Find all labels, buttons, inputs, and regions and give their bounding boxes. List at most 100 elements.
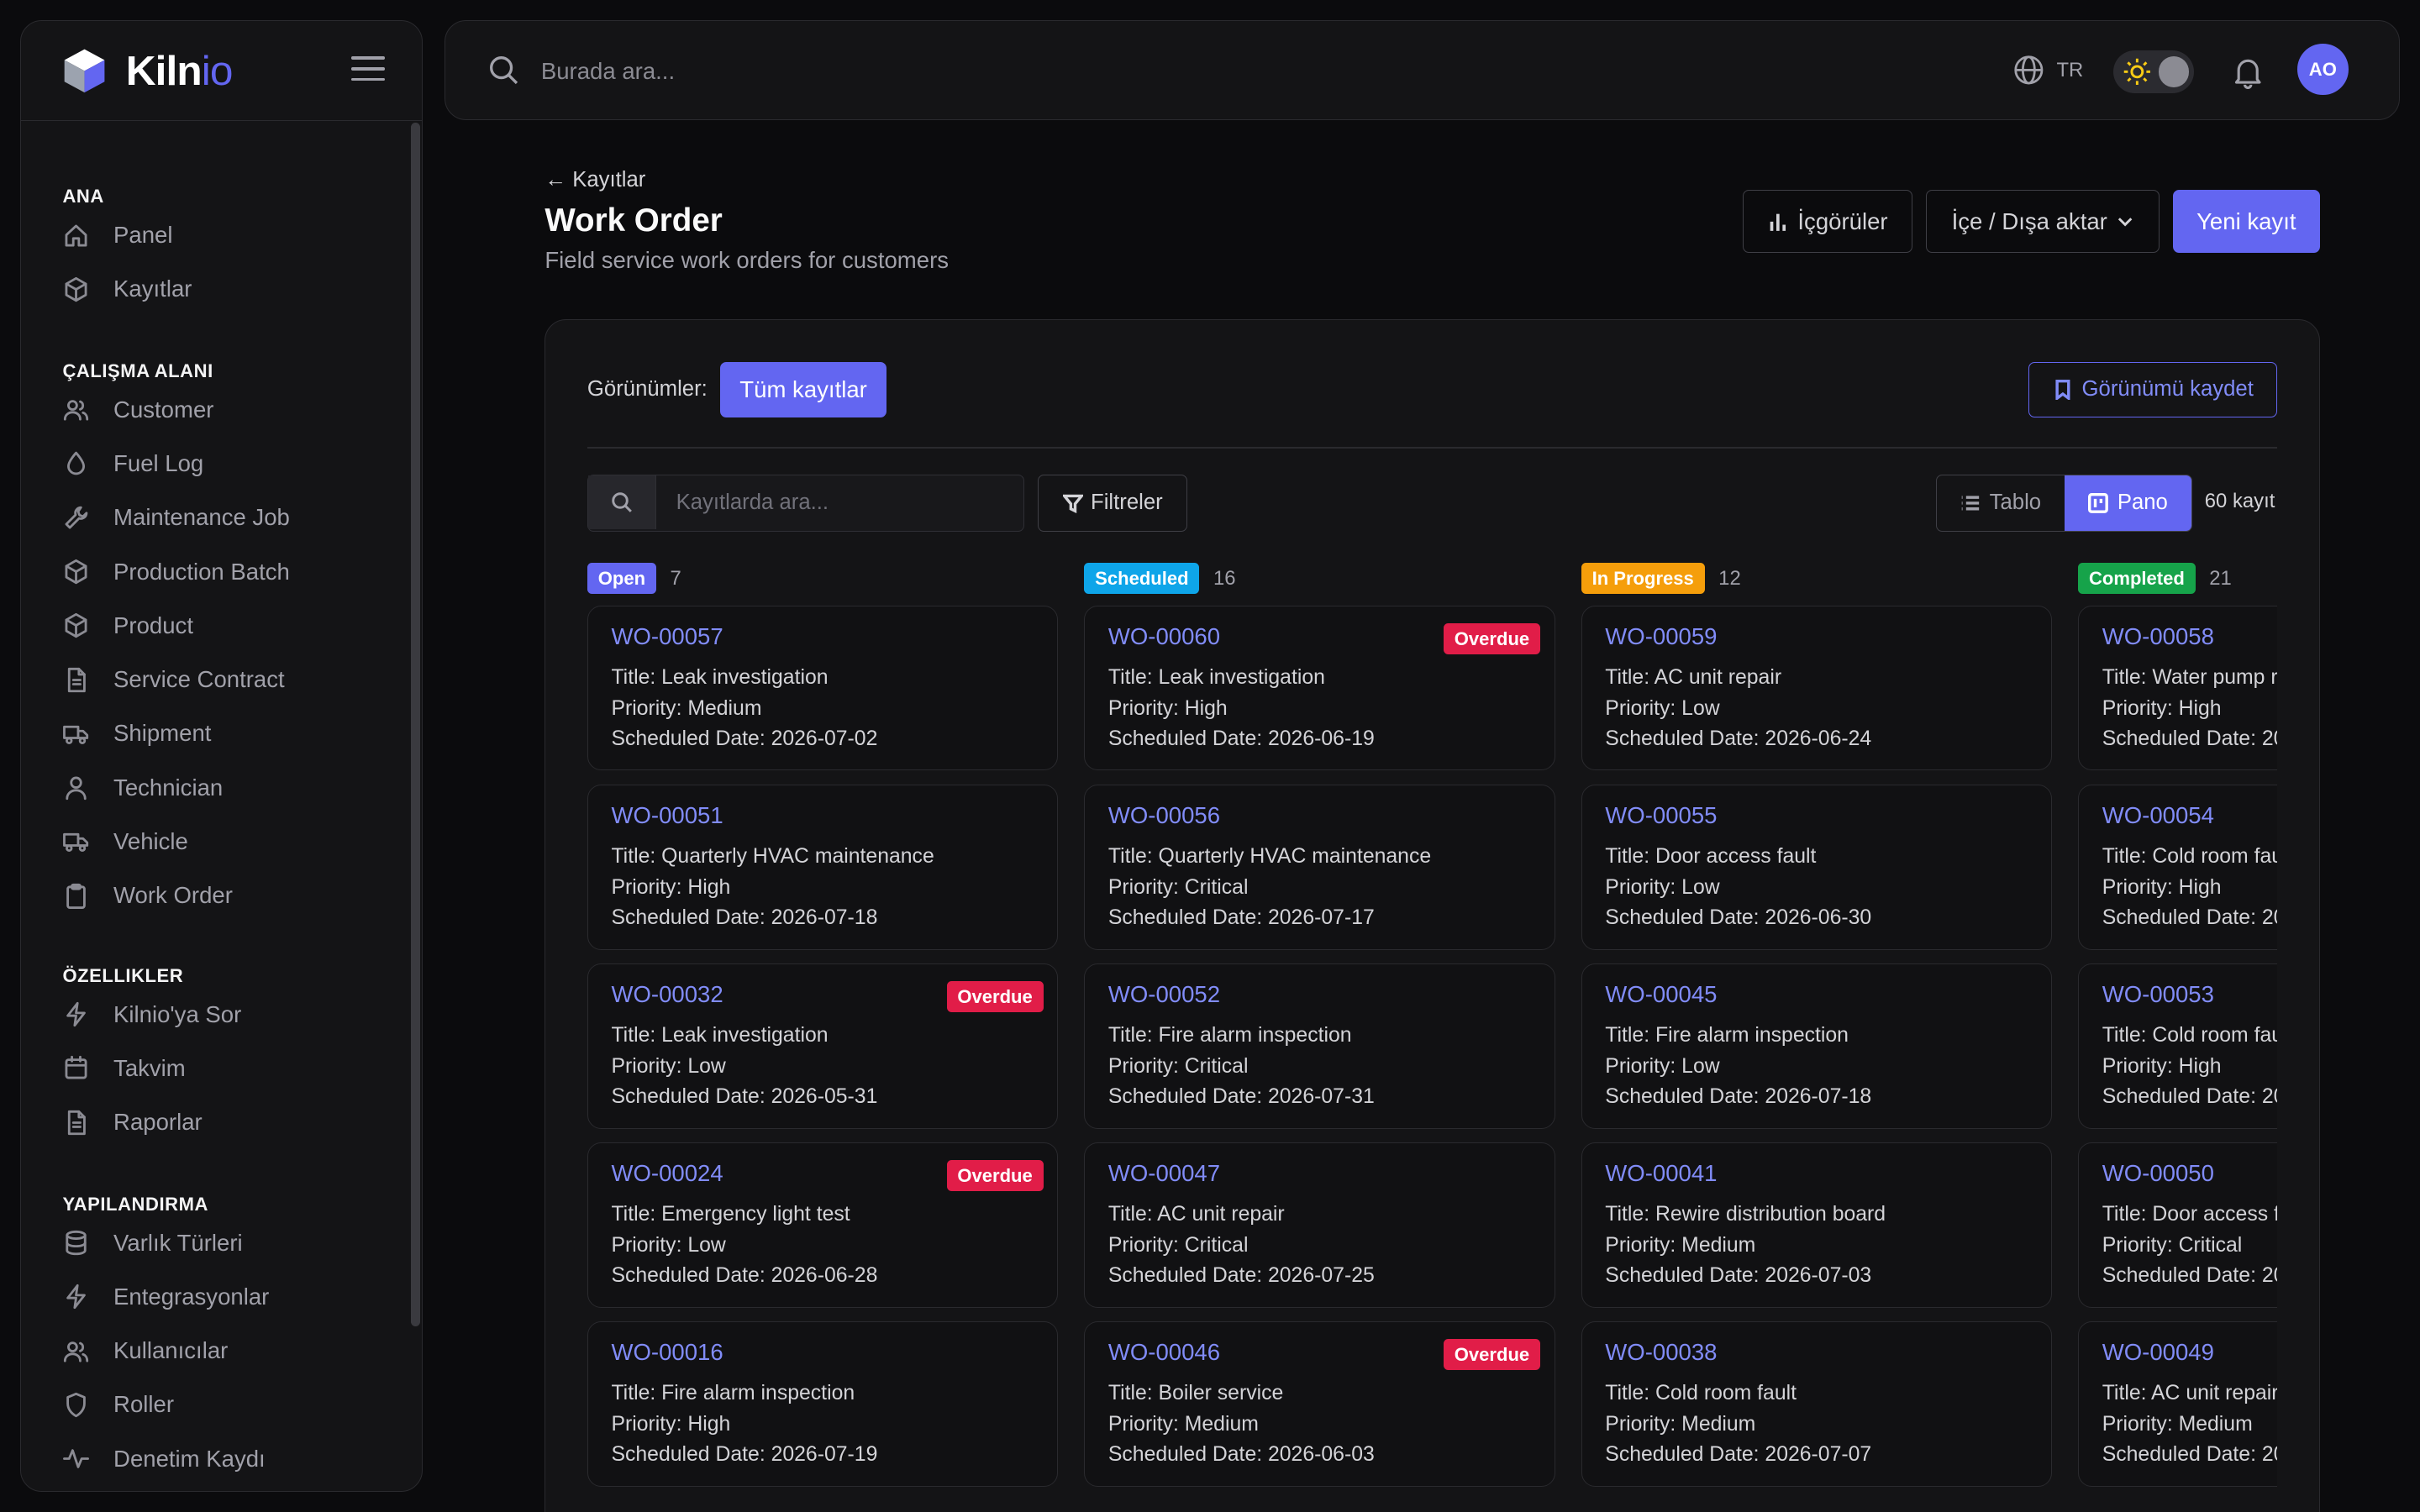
sidebar-item-maintenance-job[interactable]: Maintenance Job [62,495,402,541]
sidebar-item-kayıtlar[interactable]: Kayıtlar [62,266,402,312]
language-code: TR [2056,58,2084,81]
search-icon [587,475,656,530]
work-order-card[interactable]: WO-00041 Title: Rewire distribution board… [1581,1142,2052,1308]
sidebar-item-raporlar[interactable]: Raporlar [62,1100,402,1146]
work-order-code[interactable]: WO-00053 [2102,981,2277,1008]
work-order-card[interactable]: WO-00024 Title: Emergency light test Prior… [587,1142,1059,1308]
column-count: 7 [670,566,681,590]
work-order-card[interactable]: WO-00053 Title: Cold room faul Priority: H… [2078,963,2278,1129]
work-order-card[interactable]: WO-00032 Title: Leak investigation Priorit… [587,963,1059,1129]
work-order-card[interactable]: WO-00054 Title: Cold room faul Priority: H… [2078,785,2278,950]
card-scheduled-date: Scheduled Date: 2026-06-28 [611,1264,878,1288]
card-title: Title: AC unit repair [1605,665,1782,689]
bolt-icon [66,1284,87,1310]
sidebar-item-vehicle[interactable]: Vehicle [62,818,402,864]
bell-icon[interactable] [2231,55,2265,89]
work-order-code[interactable]: WO-00057 [611,623,1034,650]
work-order-card[interactable]: WO-00057 Title: Leak investigation Priorit… [587,605,1059,771]
sidebar-item-work-order[interactable]: Work Order [62,873,402,919]
card-title: Title: Cold room fault [1605,1381,1797,1404]
sidebar-item-label: Shipment [113,720,212,747]
card-title: Title: Quarterly HVAC maintenance [1107,844,1432,868]
work-order-card[interactable]: WO-00059 Title: AC unit repair Priority: L… [1581,605,2052,771]
work-order-card[interactable]: WO-00038 Title: Cold room fault Priority: … [1581,1321,2052,1487]
work-order-code[interactable]: WO-00056 [1108,802,1531,829]
work-order-code[interactable]: WO-00059 [1605,623,2028,650]
work-order-code[interactable]: WO-00050 [2102,1160,2277,1187]
user-avatar[interactable]: AO [2297,44,2349,96]
sidebar-scrollbar[interactable] [411,123,421,1326]
sidebar-item-kilnio-ya-sor[interactable]: Kilnio'ya Sor [62,991,402,1037]
status-badge: Open [587,563,656,595]
work-order-card[interactable]: WO-00045 Title: Fire alarm inspection Prio… [1581,963,2052,1129]
sidebar-item-fuel-log[interactable]: Fuel Log [62,440,402,486]
sidebar-item-entegrasyonlar[interactable]: Entegrasyonlar [62,1273,402,1320]
work-order-card[interactable]: WO-00046 Title: Boiler service Priority: M… [1084,1321,1555,1487]
work-order-card[interactable]: WO-00051 Title: Quarterly HVAC maintenanc… [587,785,1059,950]
filters-button[interactable]: Filtreler [1038,474,1188,532]
sidebar-item-shipment[interactable]: Shipment [62,711,402,757]
card-scheduled-date: Scheduled Date: 2026-06-24 [1605,727,1872,751]
work-order-code[interactable]: WO-00045 [1605,981,2028,1008]
sidebar-item-roller[interactable]: Roller [62,1382,402,1428]
card-title: Title: Fire alarm inspection [1605,1023,1849,1047]
column-header: Scheduled 16 [1084,552,1555,606]
work-order-code[interactable]: WO-00047 [1108,1160,1531,1187]
card-title: Title: Water pump re [2102,665,2278,689]
work-order-card[interactable]: WO-00049 Title: AC unit repair Priority: M… [2078,1321,2278,1487]
work-order-code[interactable]: WO-00041 [1605,1160,2028,1187]
bookmark-icon [2055,379,2070,400]
global-search-input[interactable] [540,51,1159,92]
work-order-card[interactable]: WO-00058 Title: Water pump re Priority: Hi… [2078,605,2278,771]
work-order-card[interactable]: WO-00052 Title: Fire alarm inspection Prio… [1084,963,1555,1129]
theme-toggle[interactable] [2113,50,2194,94]
language-switcher[interactable]: TR [2013,55,2083,86]
sidebar-item-kullanıcılar[interactable]: Kullanıcılar [62,1328,402,1374]
sidebar-item-denetim-kaydı[interactable]: Denetim Kaydı [62,1436,402,1482]
work-order-card[interactable]: WO-00056 Title: Quarterly HVAC maintenanc… [1084,785,1555,950]
back-link[interactable]: ← Kayıtlar [544,168,645,192]
work-order-card[interactable]: WO-00050 Title: Door access fa Priority: C… [2078,1142,2278,1308]
sidebar-item-panel[interactable]: Panel [62,213,402,259]
work-order-card[interactable]: WO-00060 Title: Leak investigation Priorit… [1084,605,1555,771]
card-priority: Priority: High [2102,696,2222,720]
card-priority: Priority: High [611,1412,731,1436]
work-order-code[interactable]: WO-00049 [2102,1339,2277,1366]
save-view-button[interactable]: Görünümü kaydet [2028,361,2278,417]
record-count: 60 kayıt [2204,490,2275,513]
import-export-button[interactable]: İçe / Dışa aktar [1926,189,2160,254]
card-title: Title: Cold room faul [2102,1023,2278,1047]
sidebar-item-customer[interactable]: Customer [62,386,402,433]
work-order-code[interactable]: WO-00016 [611,1339,1034,1366]
sidebar-item-varlık-türleri[interactable]: Varlık Türleri [62,1220,402,1266]
work-order-card[interactable]: WO-00016 Title: Fire alarm inspection Prio… [587,1321,1059,1487]
new-record-button[interactable]: Yeni kayıt [2173,189,2320,254]
sidebar-item-technician[interactable]: Technician [62,764,402,811]
sidebar-item-takvim[interactable]: Takvim [62,1045,402,1091]
save-view-label: Görünümü kaydet [2081,377,2254,402]
work-order-code[interactable]: WO-00055 [1605,802,2028,829]
sidebar-item-production-batch[interactable]: Production Batch [62,549,402,595]
card-scheduled-date: Scheduled Date: 202 [2102,906,2278,930]
sidebar-item-service-contract[interactable]: Service Contract [62,657,402,703]
users-icon [64,1341,89,1362]
work-order-code[interactable]: WO-00058 [2102,623,2277,650]
work-order-code[interactable]: WO-00052 [1108,981,1531,1008]
sidebar: Kilnio ANA Panel Kayıtlar ÇALIŞMA ALANI Cust… [19,19,424,1493]
view-tab-all-records[interactable]: Tüm kayıtlar [719,361,887,417]
table-view-button[interactable]: Tablo [1937,475,2064,531]
board-view-button[interactable]: Pano [2064,475,2192,531]
work-order-code[interactable]: WO-00038 [1605,1339,2028,1366]
work-order-code[interactable]: WO-00051 [611,802,1034,829]
work-order-code[interactable]: WO-00054 [2102,802,2277,829]
card-priority: Priority: Critical [1107,875,1249,899]
sidebar-item-product[interactable]: Product [62,602,402,648]
work-order-card[interactable]: WO-00055 Title: Door access fault Priority… [1581,785,2052,950]
card-title: Title: Fire alarm inspection [611,1381,855,1404]
work-order-card[interactable]: WO-00047 Title: AC unit repair Priority: C… [1084,1142,1555,1308]
insights-button[interactable]: İçgörüler [1742,189,1912,254]
menu-toggle-icon[interactable] [350,56,386,84]
sidebar-item-label: Denetim Kaydı [113,1445,266,1472]
overdue-badge: Overdue [1443,623,1540,655]
records-search-input[interactable] [655,475,1023,531]
